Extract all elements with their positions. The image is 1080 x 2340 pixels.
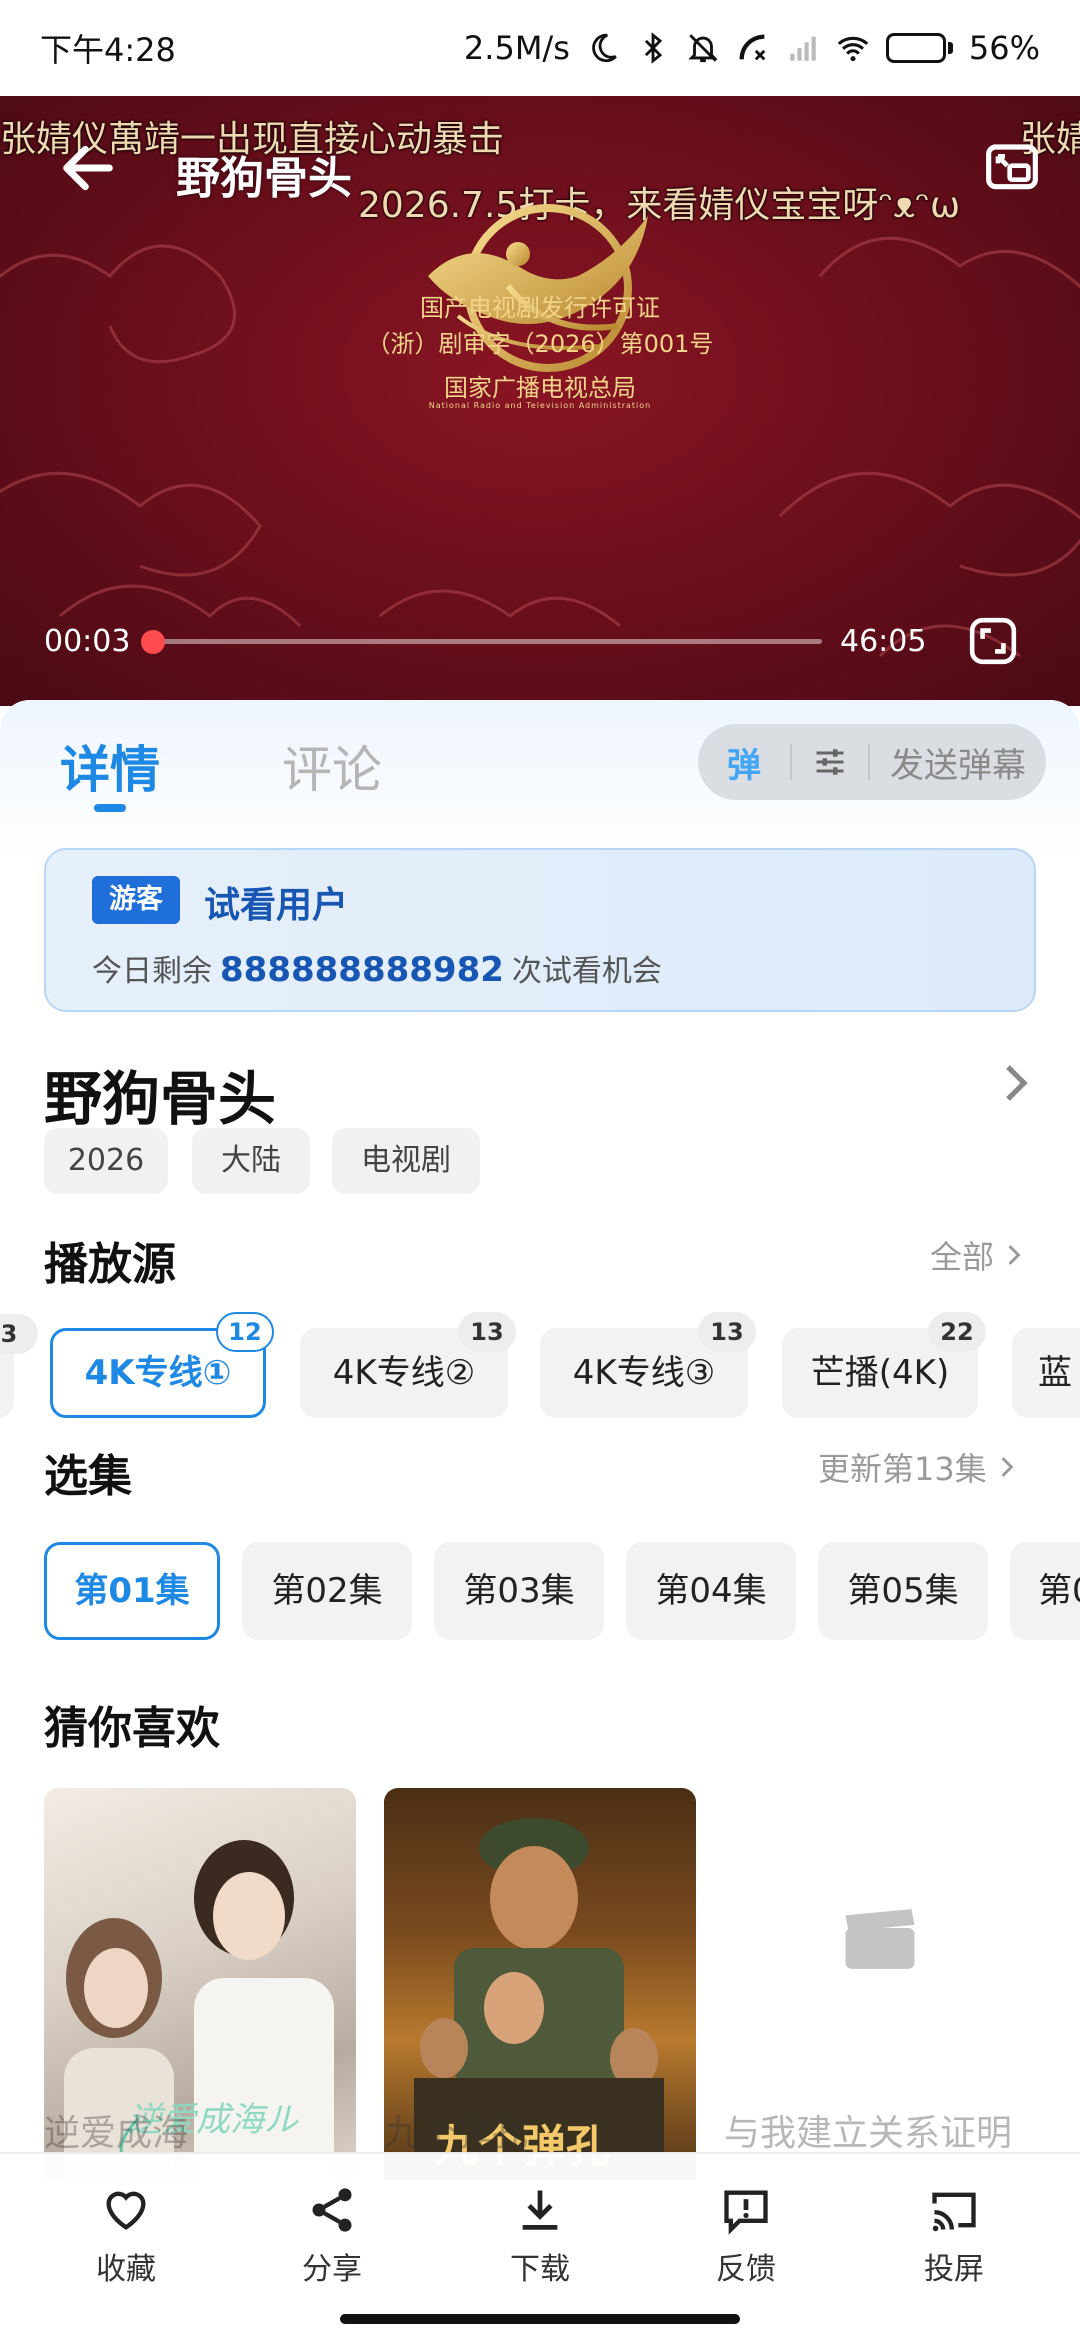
video-title: 野狗骨头: [176, 153, 352, 204]
license-org-english: National Radio and Television Administra…: [428, 401, 652, 410]
recommend-title: 猜你喜欢: [44, 1703, 220, 1754]
episodes-update-label: 更新第13集: [818, 1450, 987, 1488]
source-count: 13: [698, 1312, 756, 1352]
back-arrow-icon[interactable]: [56, 136, 120, 200]
chevron-right-icon: [1008, 1245, 1021, 1265]
trial-user-card: 游客 试看用户 今日剩余 888888888982 次试看机会: [44, 848, 1036, 1012]
feedback-icon: [724, 2190, 768, 2235]
tag-year: 2026: [44, 1128, 168, 1194]
source-count: 13: [458, 1312, 516, 1352]
source-pill[interactable]: 蓝: [1012, 1328, 1080, 1418]
episodes-title: 选集: [44, 1451, 132, 1502]
recommend-title-text[interactable]: 九个弹孔: [384, 2104, 528, 2156]
download-button[interactable]: 下载: [470, 2184, 610, 2288]
license-org: 国家广播电视总局: [444, 374, 636, 402]
danmu-toggle-button[interactable]: 弹: [698, 738, 790, 787]
detail-panel: 详情 评论 弹 发送弹幕 游客 试看用户 今日剩余 888888888982 次试看…: [0, 700, 1080, 2180]
status-icons: 2.5M/s 56%: [464, 29, 1040, 67]
trial-count: 888888888982: [220, 950, 504, 990]
current-time: 00:03: [44, 624, 131, 659]
duration: 46:05: [840, 624, 927, 659]
video-player[interactable]: 张婧仪萬靖一出现直接心动暴击 2026.7.5打卡，来看婧仪宝宝呀ᵔᴥᵔω 张婧…: [0, 96, 1080, 706]
trial-remaining: 今日剩余 888888888982 次试看机会: [92, 946, 662, 990]
sources-title: 播放源: [44, 1239, 176, 1290]
license-line-1: 国产电视剧发行许可证: [420, 294, 660, 322]
tag-type: 电视剧: [332, 1128, 480, 1194]
episode-item[interactable]: 第0: [1010, 1542, 1080, 1640]
chevron-right-icon[interactable]: [998, 1058, 1034, 1108]
danmu-settings-button[interactable]: [792, 744, 868, 780]
send-danmu-button[interactable]: 发送弹幕: [870, 738, 1046, 787]
signal-icon: [790, 36, 816, 61]
call-forward-icon: [739, 34, 766, 61]
source-count: 22: [928, 1312, 986, 1352]
source-count: 12: [216, 1312, 274, 1352]
share-label: 分享: [302, 2252, 362, 2287]
tab-detail[interactable]: 详情: [60, 730, 160, 802]
episodes-more-link[interactable]: 更新第13集: [818, 1444, 1017, 1490]
net-speed: 2.5M/s: [463, 29, 570, 67]
trial-user-label: 试看用户: [204, 885, 349, 926]
favorite-button[interactable]: 收藏: [56, 2184, 196, 2288]
sources-all-label: 全部: [930, 1238, 995, 1276]
episode-item[interactable]: 第05集: [818, 1542, 988, 1640]
progress-row: 00:03 46:05: [0, 616, 1080, 676]
episode-item[interactable]: 第04集: [626, 1542, 796, 1640]
status-time: 下午4:28: [40, 31, 176, 69]
tag-region: 大陆: [192, 1128, 310, 1194]
episode-item[interactable]: 第01集: [44, 1542, 220, 1640]
feedback-label: 反馈: [716, 2252, 776, 2287]
picture-in-picture-icon[interactable]: [984, 140, 1040, 196]
bluetooth-icon: [644, 32, 663, 64]
chevron-right-icon: [1001, 1457, 1014, 1477]
source-count-partial: 3: [0, 1314, 38, 1354]
sliders-icon: [816, 749, 844, 775]
fullscreen-icon[interactable]: [968, 616, 1018, 666]
danmu-bar: 弹 发送弹幕: [698, 724, 1046, 800]
tab-indicator: [94, 804, 126, 812]
cast-label: 投屏: [924, 2252, 984, 2287]
cast-button[interactable]: 投屏: [884, 2184, 1024, 2288]
episode-item[interactable]: 第03集: [434, 1542, 604, 1640]
show-title[interactable]: 野狗骨头: [44, 1052, 276, 1136]
bottom-action-bar: 收藏 分享 下载 反馈 投屏: [0, 2152, 1080, 2340]
download-label: 下载: [510, 2252, 570, 2287]
episode-item[interactable]: 第02集: [242, 1542, 412, 1640]
download-icon: [522, 2190, 558, 2230]
license-line-2: （浙）剧审字（2026）第001号: [366, 330, 714, 358]
progress-bar[interactable]: [140, 630, 822, 654]
feedback-button[interactable]: 反馈: [676, 2184, 816, 2288]
guest-badge: 游客: [92, 876, 180, 924]
status-bar: 下午4:28 2.5M/s 56%: [0, 0, 1080, 96]
wifi-icon: [837, 36, 869, 62]
trial-suffix: 次试看机会: [511, 954, 662, 989]
recommend-title-text[interactable]: 与我建立关系证明: [724, 2104, 1012, 2156]
progress-thumb[interactable]: [140, 630, 165, 654]
sources-all-link[interactable]: 全部: [930, 1232, 1024, 1278]
battery-icon: [885, 33, 953, 63]
cast-icon: [932, 2192, 976, 2232]
battery-percent: 56%: [968, 29, 1040, 67]
clapperboard-icon: [845, 1909, 915, 1969]
home-indicator[interactable]: [340, 2314, 740, 2324]
moon-icon: [592, 33, 617, 63]
share-icon: [312, 2188, 352, 2232]
mute-bell-icon: [688, 34, 718, 63]
heart-icon: [106, 2191, 146, 2230]
recommend-title-text[interactable]: 逆爱成海: [44, 2104, 188, 2156]
favorite-label: 收藏: [96, 2252, 156, 2287]
tab-comments[interactable]: 评论: [282, 730, 382, 802]
trial-prefix: 今日剩余: [92, 954, 212, 989]
share-button[interactable]: 分享: [262, 2184, 402, 2288]
